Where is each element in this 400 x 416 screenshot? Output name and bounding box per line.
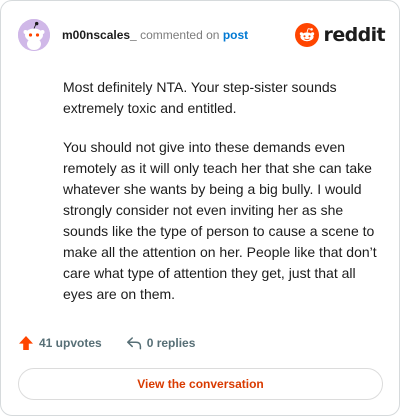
replies-button[interactable]: 0 replies	[126, 335, 196, 351]
upvote-arrow-icon	[19, 336, 33, 350]
reddit-alien-icon	[294, 23, 319, 47]
snoo-avatar-icon	[18, 19, 50, 51]
reddit-logo[interactable]: reddit	[294, 23, 386, 47]
comment-byline: m00nscales_ commented on post	[62, 27, 295, 43]
reddit-wordmark: reddit	[323, 24, 386, 46]
comment-paragraph: You should not give into these demands e…	[63, 139, 377, 302]
view-conversation-button[interactable]: View the conversation	[18, 368, 383, 400]
user-avatar[interactable]	[18, 19, 50, 51]
comment-paragraph: Most definitely NTA. Your step-sister so…	[63, 79, 337, 116]
upvote-count: 41 upvotes	[39, 336, 102, 350]
reply-arrow-icon	[126, 337, 141, 350]
upvote-button[interactable]: 41 upvotes	[18, 335, 102, 351]
action-text: commented on	[140, 28, 220, 42]
comment-header: m00nscales_ commented on post reddit	[18, 18, 386, 52]
comment-actions: 41 upvotes 0 replies	[18, 333, 195, 353]
comment-body: Most definitely NTA. Your step-sister so…	[63, 77, 383, 323]
username-link[interactable]: m00nscales_	[62, 28, 137, 42]
reply-count: 0 replies	[146, 336, 196, 350]
embedded-comment-card: m00nscales_ commented on post reddit Mos…	[0, 0, 400, 416]
post-link[interactable]: post	[223, 28, 248, 42]
